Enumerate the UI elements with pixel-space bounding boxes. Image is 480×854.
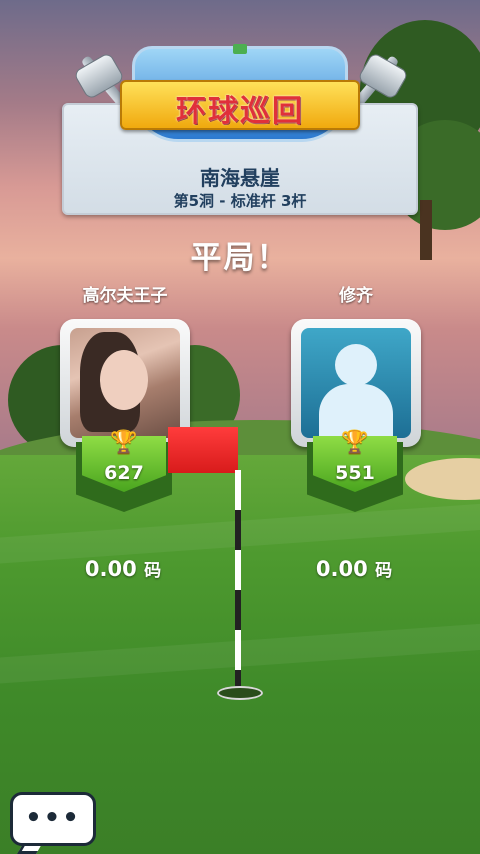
tour-title: 环球巡回 bbox=[176, 94, 304, 129]
player-2-name: 修齐 bbox=[339, 286, 373, 306]
player-1-distance: 0.00 码 bbox=[43, 556, 203, 581]
match-result-title: 平局！ bbox=[190, 240, 290, 276]
golf-course-scene: 环球巡回 南海悬崖 第5洞 - 标准杆 3杆 平局！ 高尔夫王子 🏆 627 修… bbox=[0, 0, 480, 854]
player-2-avatar-card[interactable] bbox=[291, 319, 421, 447]
hole-cup bbox=[217, 686, 263, 700]
player-1-avatar bbox=[70, 328, 180, 438]
trophy-icon: 🏆 bbox=[341, 430, 369, 455]
globe-flag-icon bbox=[233, 44, 247, 54]
player-1-trophy-count: 627 bbox=[104, 462, 144, 484]
player-2-distance-value: 0.00 bbox=[315, 557, 368, 581]
chat-button[interactable]: ••• bbox=[10, 792, 96, 846]
silhouette-head bbox=[335, 344, 377, 386]
player-1-distance-unit: 码 bbox=[144, 561, 162, 581]
player-2-avatar bbox=[301, 328, 411, 438]
player-2-distance-unit: 码 bbox=[375, 561, 393, 581]
player-2-trophy-count: 551 bbox=[335, 462, 375, 484]
hole-info: 第5洞 - 标准杆 3杆 bbox=[173, 192, 307, 210]
player-1-name: 高尔夫王子 bbox=[82, 286, 168, 306]
course-name: 南海悬崖 bbox=[200, 166, 280, 190]
chat-bubble-icon: ••• bbox=[25, 803, 81, 833]
avatar-face bbox=[100, 350, 148, 410]
tour-title-ribbon: 环球巡回 bbox=[120, 80, 360, 130]
player-1-distance-value: 0.00 bbox=[84, 557, 137, 581]
flag-pole bbox=[235, 470, 241, 698]
hole-flag bbox=[168, 427, 238, 473]
player-2-distance: 0.00 码 bbox=[274, 556, 434, 581]
trophy-icon: 🏆 bbox=[110, 430, 138, 455]
